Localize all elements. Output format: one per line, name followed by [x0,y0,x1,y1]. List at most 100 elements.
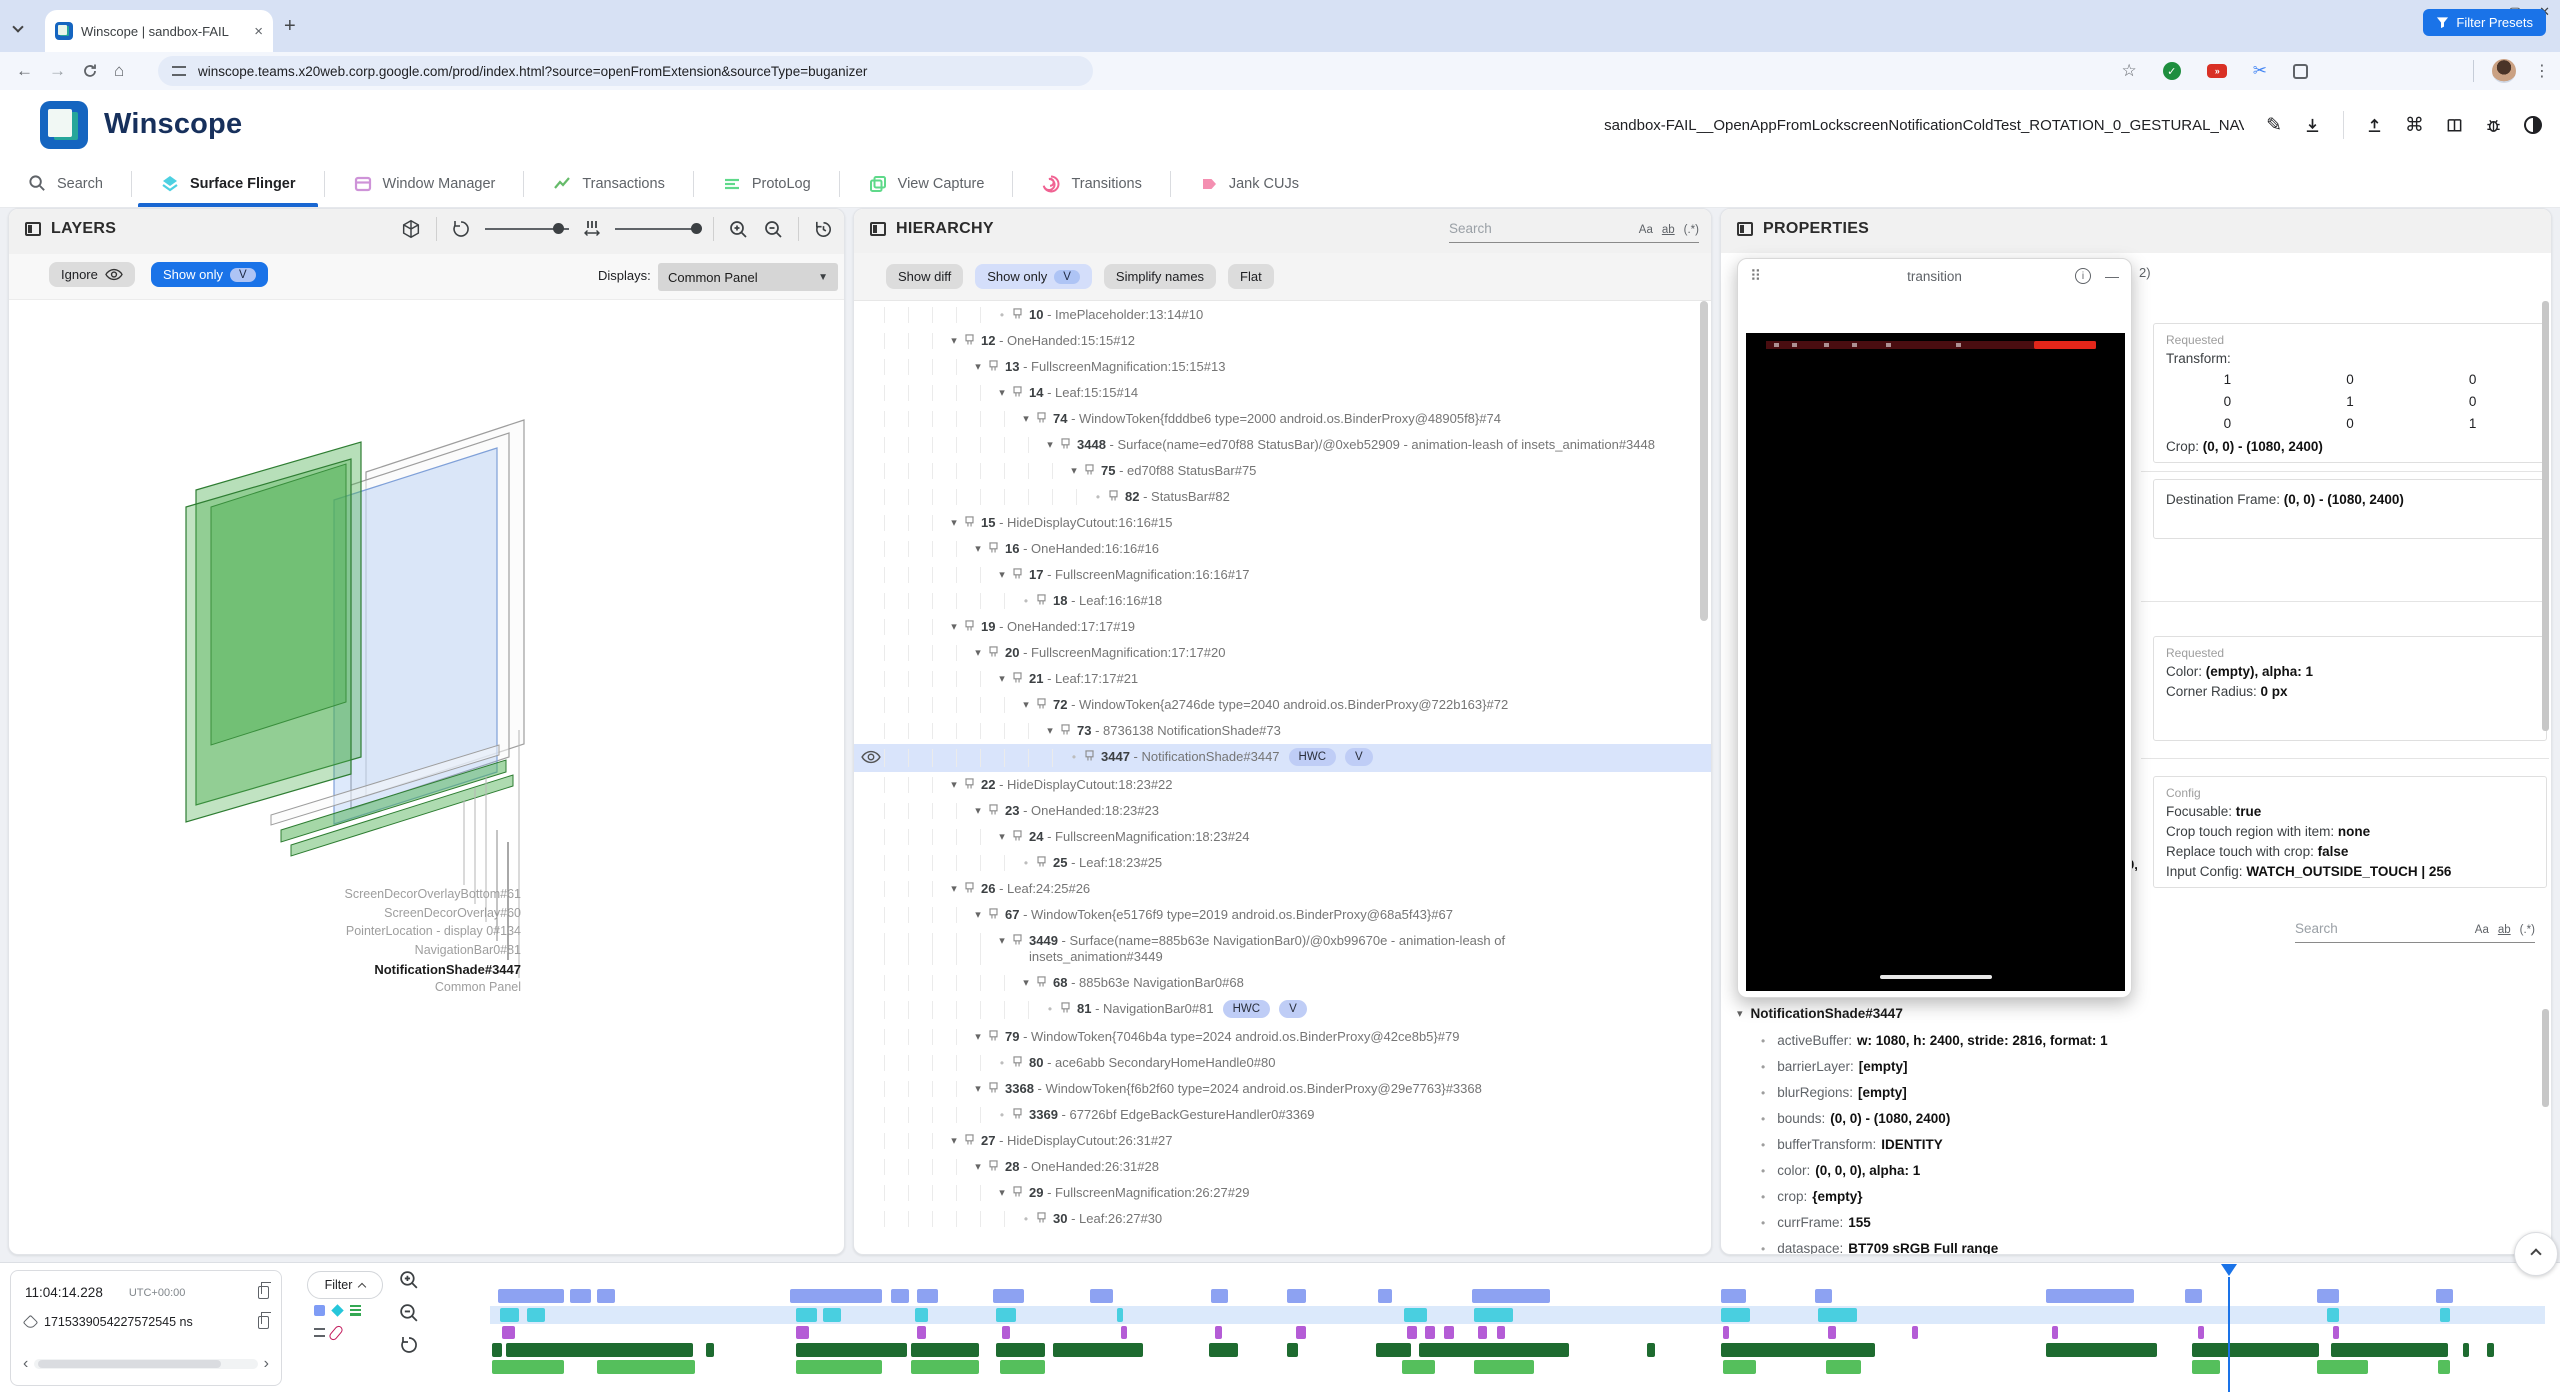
tab-protolog[interactable]: ProtoLog [694,160,839,207]
trace-segment[interactable] [2327,1308,2339,1322]
trace-segment[interactable] [911,1343,979,1357]
trace-segment[interactable] [1444,1326,1454,1339]
trace-segment[interactable] [790,1289,882,1303]
ignore-toggle[interactable]: Ignore [49,262,135,287]
url-bar[interactable]: winscope.teams.x20web.corp.google.com/pr… [158,56,1093,86]
property-row[interactable]: •color:(0, 0, 0), alpha: 1 [1761,1163,2531,1178]
layer-label[interactable]: NotificationShade#3447 [9,962,521,977]
chip-flat[interactable]: Flat [1228,264,1274,289]
expand-arrow-icon[interactable]: ▾ [970,645,986,661]
hierarchy-node-79[interactable]: ▾79 - WindowToken{7046b4a type=2024 andr… [854,1024,1711,1050]
timeline-row-cujs[interactable] [490,1360,2545,1374]
site-settings-icon[interactable] [172,66,186,76]
hierarchy-node-23[interactable]: ▾23 - OneHanded:18:23#23 [854,798,1711,824]
expand-arrow-icon[interactable]: ▾ [1018,411,1034,427]
hierarchy-node-72[interactable]: ▾72 - WindowToken{a2746de type=2040 andr… [854,692,1711,718]
expand-arrow-icon[interactable]: ▾ [1018,697,1034,713]
expand-arrow-icon[interactable]: ▾ [1042,723,1058,739]
trace-segment[interactable] [796,1308,817,1322]
scroll-right-icon[interactable]: › [264,1355,269,1373]
tab-close-icon[interactable]: × [254,23,263,40]
reload-icon[interactable] [82,63,98,79]
tab-transitions[interactable]: Transitions [1013,160,1169,207]
expand-arrow-icon[interactable]: ▾ [994,933,1010,949]
trace-segment[interactable] [2052,1326,2058,1339]
hierarchy-node-68[interactable]: ▾68 - 885b63e NavigationBar0#68 [854,970,1711,996]
property-row[interactable]: •bounds:(0, 0) - (1080, 2400) [1761,1111,2531,1126]
theme-toggle-icon[interactable] [2524,116,2542,134]
hierarchy-node-26[interactable]: ▾26 - Leaf:24:25#26 [854,876,1711,902]
hierarchy-node-12[interactable]: ▾12 - OneHanded:15:15#12 [854,328,1711,354]
trace-segment[interactable] [1723,1360,1756,1374]
hierarchy-node-15[interactable]: ▾15 - HideDisplayCutout:16:16#15 [854,510,1711,536]
trace-segment[interactable] [1378,1289,1392,1303]
trace-segment[interactable] [1211,1289,1227,1303]
match-word-icon[interactable]: ab [1662,224,1675,236]
edit-pencil-icon[interactable]: ✎ [2266,114,2282,137]
trace-segment[interactable] [2331,1343,2448,1357]
trace-segment[interactable] [2192,1360,2221,1374]
property-row[interactable]: •barrierLayer:[empty] [1761,1059,2531,1074]
trace-segment[interactable] [1215,1326,1221,1339]
trace-segment[interactable] [1090,1289,1113,1303]
hierarchy-node-3448[interactable]: ▾3448 - Surface(name=ed70f88 StatusBar)/… [854,432,1711,458]
expand-arrow-icon[interactable]: ▾ [994,567,1010,583]
layers-3d-scene[interactable]: ScreenDecorOverlayBottom#61ScreenDecorOv… [9,300,845,1000]
expand-arrow-icon[interactable]: ▾ [994,385,1010,401]
property-row[interactable]: •activeBuffer:w: 1080, h: 2400, stride: … [1761,1033,2531,1048]
trace-segment[interactable] [2438,1360,2450,1374]
trace-segment[interactable] [1404,1308,1427,1322]
trace-segment[interactable] [1402,1360,1435,1374]
hierarchy-node-29[interactable]: ▾29 - FullscreenMagnification:26:27#29 [854,1180,1711,1206]
reset-view-icon[interactable] [813,219,834,240]
copy-icon[interactable] [258,1316,269,1329]
trace-segment[interactable] [1296,1326,1306,1339]
timeline-filter-button[interactable]: Filter [307,1271,383,1299]
browser-menu-icon[interactable]: ⋮ [2534,61,2550,81]
layer-label[interactable]: ScreenDecorOverlayBottom#61 [9,887,521,901]
hierarchy-node-74[interactable]: ▾74 - WindowToken{fdddbe6 type=2000 andr… [854,406,1711,432]
property-row[interactable]: •currFrame:155 [1761,1215,2531,1230]
trace-segment[interactable] [2487,1343,2493,1357]
expand-arrow-icon[interactable]: ▾ [970,1081,986,1097]
trace-segment[interactable] [917,1326,925,1339]
expand-arrow-icon[interactable]: ▾ [946,777,962,793]
timestamp-ns[interactable]: 1715339054227572545 ns [44,1315,193,1329]
expand-arrow-icon[interactable]: ▾ [970,1029,986,1045]
trace-segment[interactable] [2185,1289,2201,1303]
regex-icon[interactable]: (.*) [2520,924,2535,936]
copy-icon[interactable] [258,1286,269,1299]
hierarchy-node-10[interactable]: •10 - ImePlaceholder:13:14#10 [854,302,1711,328]
expand-arrow-icon[interactable]: ▾ [970,541,986,557]
regex-icon[interactable]: (.*) [1684,224,1699,236]
back-icon[interactable]: ← [16,61,33,81]
trace-segment[interactable] [1815,1289,1831,1303]
chip-show-only[interactable]: Show onlyV [975,264,1092,289]
trace-segment[interactable] [1209,1343,1238,1357]
extension-media-icon[interactable]: ›› [2207,64,2227,78]
hierarchy-node-67[interactable]: ▾67 - WindowToken{e5176f9 type=2019 andr… [854,902,1711,928]
bug-report-icon[interactable] [2485,117,2502,134]
visibility-eye-icon[interactable] [861,750,881,764]
expand-arrow-icon[interactable]: ▾ [1066,463,1082,479]
timeline-cursor-line[interactable] [2228,1277,2230,1392]
expand-arrow-icon[interactable]: ▾ [946,333,962,349]
trace-segment[interactable] [796,1360,882,1374]
hierarchy-node-14[interactable]: ▾14 - Leaf:15:15#14 [854,380,1711,406]
trace-segment[interactable] [2317,1289,2340,1303]
trace-segment[interactable] [2198,1326,2204,1339]
scroll-left-icon[interactable]: ‹ [23,1355,28,1373]
hierarchy-node-82[interactable]: •82 - StatusBar#82 [854,484,1711,510]
displays-dropdown[interactable]: Common Panel ▼ [658,263,838,291]
expand-arrow-icon[interactable]: ▾ [970,1159,986,1175]
docs-book-icon[interactable] [2446,117,2463,134]
timeline-row-wm-trace[interactable] [490,1308,2545,1322]
hierarchy-node-17[interactable]: ▾17 - FullscreenMagnification:16:16#17 [854,562,1711,588]
current-node-row[interactable]: ▾ NotificationShade#3447 [1737,1006,1903,1021]
scroll-track[interactable] [34,1359,257,1369]
hierarchy-node-27[interactable]: ▾27 - HideDisplayCutout:26:31#27 [854,1128,1711,1154]
hierarchy-node-28[interactable]: ▾28 - OneHanded:26:31#28 [854,1154,1711,1180]
trace-segment[interactable] [2046,1343,2157,1357]
trace-segment[interactable] [502,1326,514,1339]
match-word-icon[interactable]: ab [2498,924,2511,936]
